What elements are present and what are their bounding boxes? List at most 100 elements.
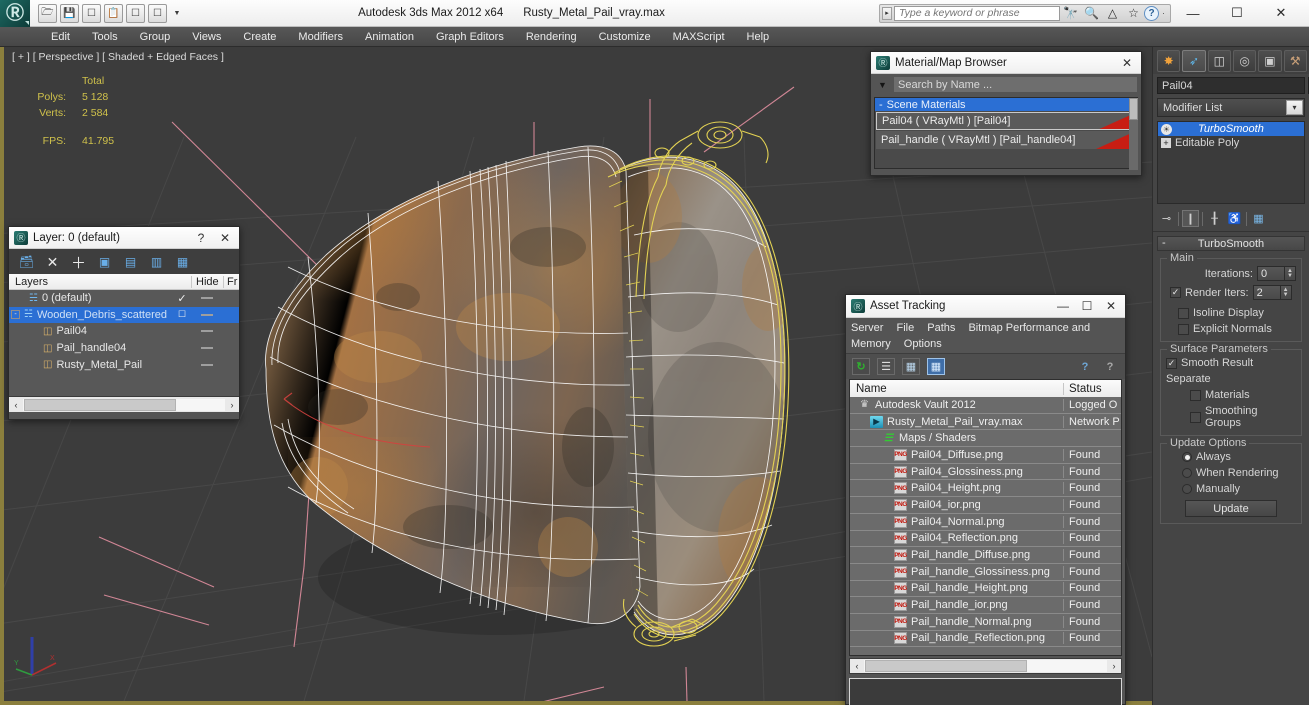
help-icon[interactable]: ? [1101,358,1119,375]
iterations-spinner[interactable]: ▲▼ [1257,266,1296,281]
asset-horizontal-scrollbar[interactable]: ‹ › [849,658,1122,674]
layer-row[interactable]: ◫ Pail_handle04 [9,340,239,357]
open-file-button[interactable]: 🗁 [38,3,57,23]
hierarchy-tab[interactable]: ◫ [1207,50,1231,72]
menu-item-animation[interactable]: Animation [354,27,425,47]
scroll-track[interactable] [23,398,225,411]
update-when-rendering-radio[interactable] [1182,468,1192,478]
search-input[interactable] [894,5,1060,21]
toolbar-overflow-button[interactable]: ▼ [170,4,184,23]
asset-tracking-minimize-button[interactable]: — [1051,296,1075,316]
render-iters-checkbox[interactable]: ✓ [1170,287,1181,298]
asset-row[interactable]: ♛ Autodesk Vault 2012 Logged O [850,397,1121,414]
minimize-button[interactable]: — [1171,0,1215,26]
explicit-normals-checkbox[interactable] [1178,323,1189,335]
scroll-thumb[interactable] [24,398,176,411]
mmb-close-button[interactable]: ✕ [1115,53,1139,73]
asset-row[interactable]: PNG Pail_handle_Diffuse.png Found [850,547,1121,564]
asset-row[interactable]: PNG Pail04_Normal.png Found [850,514,1121,531]
redo-button[interactable]: 📋 [104,3,123,23]
separate-materials-checkbox[interactable] [1190,389,1201,401]
undo-button[interactable]: ☐ [82,3,101,23]
scroll-thumb[interactable] [865,660,1027,672]
remove-modifier-icon[interactable]: ♿ [1226,210,1243,227]
turbosmooth-rollout-header[interactable]: - TurboSmooth [1157,236,1305,251]
menu-item-modifiers[interactable]: Modifiers [287,27,354,47]
chevron-down-icon[interactable]: ▾ [1286,100,1303,115]
layer-row[interactable]: ☵ 0 (default) ✓ [9,290,239,307]
asset-row[interactable]: ☰ Maps / Shaders [850,430,1121,448]
app-logo-button[interactable]: Ⓡ [0,0,30,27]
asset-row[interactable]: PNG Pail_handle_Glossiness.png Found [850,564,1121,581]
asset-row[interactable]: PNG Pail04_Glossiness.png Found [850,464,1121,481]
update-manually-radio[interactable] [1182,484,1192,494]
show-end-result-icon[interactable]: ❙ [1182,210,1199,227]
collapse-toggle-icon[interactable]: - [879,99,883,111]
scroll-thumb[interactable] [1129,98,1138,120]
save-file-button[interactable]: 💾 [60,3,79,23]
communication-center-icon[interactable]: △ [1102,3,1123,23]
menu-item-create[interactable]: Create [232,27,287,47]
menu-item-customize[interactable]: Customize [588,27,662,47]
make-unique-icon[interactable]: ╂ [1206,210,1223,227]
at-menu-options[interactable]: Options [904,338,942,350]
rollout-collapse-icon[interactable]: - [1162,237,1166,249]
at-menu-file[interactable]: File [896,322,914,334]
asset-row[interactable]: PNG Pail04_Diffuse.png Found [850,447,1121,464]
asset-row[interactable]: PNG Pail04_Reflection.png Found [850,531,1121,548]
lightbulb-icon[interactable]: ☀ [1161,123,1172,135]
render-iters-input[interactable] [1252,285,1281,300]
modifier-stack-item-editable-poly[interactable]: + Editable Poly [1158,136,1304,150]
display-tab[interactable]: ▣ [1258,50,1282,72]
list-view-icon[interactable]: ☰ [877,358,895,375]
magnifier-icon[interactable]: 🔍 [1081,3,1102,23]
layer-horizontal-scrollbar[interactable]: ‹ › [9,396,239,412]
menu-item-edit[interactable]: Edit [40,27,81,47]
menu-item-group[interactable]: Group [129,27,182,47]
select-object-button[interactable]: ☐ [126,3,145,23]
layer-dialog-title-bar[interactable]: Ⓡ Layer: 0 (default) ? ✕ [9,227,239,249]
spinner-arrows-icon[interactable]: ▲ ▼ [1285,266,1296,281]
modify-tab[interactable]: ➶ [1182,50,1206,72]
asset-grid-body[interactable]: ♛ Autodesk Vault 2012 Logged O ▶ Rusty_M… [850,397,1121,655]
pin-stack-icon[interactable]: ⊸ [1158,210,1175,227]
add-selection-icon[interactable]: ＋ [70,254,87,272]
layer-hide-toggle[interactable] [191,363,223,366]
asset-row[interactable]: PNG Pail04_ior.png Found [850,497,1121,514]
scroll-right-arrow-icon[interactable]: › [225,400,239,410]
layer-hide-toggle[interactable] [191,297,223,300]
scroll-left-arrow-icon[interactable]: ‹ [9,400,23,410]
layer-dialog-close-button[interactable]: ✕ [213,228,237,248]
isoline-display-checkbox[interactable] [1178,307,1189,319]
mmb-group-scene-materials[interactable]: - Scene Materials [875,98,1137,111]
menu-item-help[interactable]: Help [736,27,781,47]
mmb-title-bar[interactable]: Ⓡ Material/Map Browser ✕ [871,52,1141,74]
material-list-item[interactable]: Pail_handle ( VRayMtl ) [Pail_handle04] [876,131,1136,149]
modifier-list-dropdown[interactable]: Modifier List ▾ [1157,98,1305,117]
utilities-tab[interactable]: ⚒ [1283,50,1307,72]
create-new-layer-icon[interactable]: 🗃 [18,254,35,270]
object-name-input[interactable] [1157,77,1305,94]
rusty-metal-pail-model[interactable] [248,107,888,705]
iterations-input[interactable] [1257,266,1285,281]
render-iters-spinner[interactable]: ▲▼ [1252,285,1292,300]
asset-col-name[interactable]: Name [850,383,1063,395]
maximize-button[interactable]: ☐ [1215,0,1259,26]
asset-tracking-close-button[interactable]: ✕ [1099,296,1123,316]
close-button[interactable]: ✕ [1259,0,1303,26]
material-list-item[interactable]: Pail04 ( VRayMtl ) [Pail04] [876,112,1136,130]
asset-row[interactable]: PNG Pail_handle_Reflection.png Found [850,631,1121,648]
menu-item-rendering[interactable]: Rendering [515,27,588,47]
asset-row[interactable]: ▶ Rusty_Metal_Pail_vray.max Network P [850,414,1121,431]
menu-item-maxscript[interactable]: MAXScript [662,27,736,47]
modifier-stack[interactable]: ☀ TurboSmooth + Editable Poly [1157,121,1305,204]
layer-hide-toggle[interactable] [191,313,223,316]
set-current-layer-icon[interactable]: ▦ [174,254,191,270]
add-selected-to-layer-icon[interactable]: ▥ [148,254,165,270]
scroll-left-arrow-icon[interactable]: ‹ [850,661,864,671]
delete-layer-icon[interactable]: ✕ [44,254,61,270]
asset-tracking-title-bar[interactable]: Ⓡ Asset Tracking — ☐ ✕ [846,295,1125,318]
asset-tracking-grid[interactable]: Name Status ♛ Autodesk Vault 2012 Logged… [849,379,1122,656]
asset-row[interactable]: PNG Pail04_Height.png Found [850,480,1121,498]
at-menu-server[interactable]: Server [851,322,883,334]
